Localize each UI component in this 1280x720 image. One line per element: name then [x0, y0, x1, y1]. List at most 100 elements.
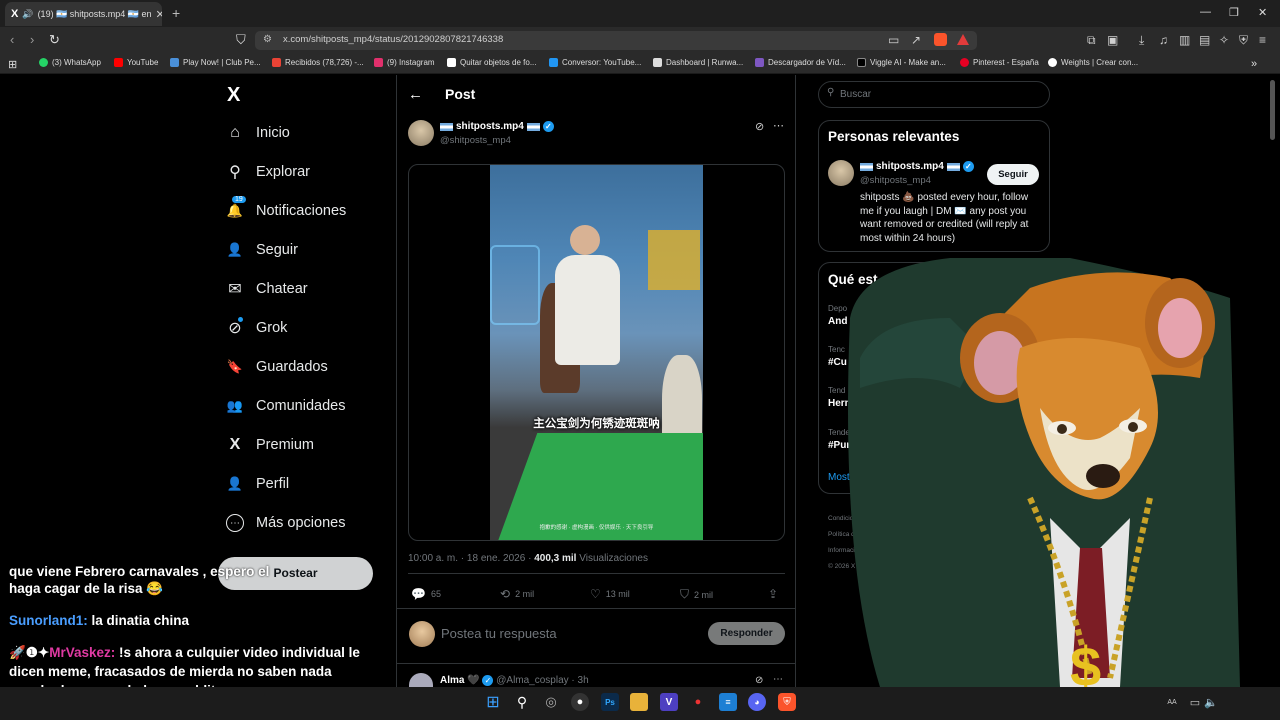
volume-icon[interactable]: 🔈	[1202, 693, 1220, 711]
brave-shield-icon[interactable]	[934, 33, 947, 46]
reply-action[interactable]: 💬 65	[411, 587, 441, 601]
obs-icon[interactable]: ●	[571, 693, 589, 711]
sidebar-item-perfil[interactable]: 👤 Perfil	[226, 475, 289, 493]
follow-button[interactable]: Seguir	[987, 164, 1039, 185]
search-input[interactable]: ⚲ Buscar	[818, 81, 1050, 108]
repost-action[interactable]: ⟲ 2 mil	[500, 587, 534, 601]
brave-browser-icon[interactable]: ⛨	[778, 693, 796, 711]
video-player[interactable]: 主公宝剑为何锈迹斑斑呐 抱歉的感谢 · 虚构漫画 · 仅供娱乐 · 天下良引导	[490, 165, 703, 540]
grok-explain-icon[interactable]: ⊘	[755, 675, 763, 686]
post-meta: 10:00 a. m. · 18 ene. 2026 · 400,3 mil V…	[408, 553, 648, 564]
add-user-icon: 👤	[226, 242, 244, 257]
back-icon[interactable]: ‹	[10, 32, 14, 47]
sidebar-item-notificaciones[interactable]: 🔔 19 Notificaciones	[226, 196, 346, 220]
leo-ai-icon[interactable]: ✧	[1219, 33, 1229, 47]
windows-start-icon[interactable]: ⊞	[484, 693, 502, 711]
bookmark-item[interactable]: Viggle AI - Make an...	[857, 58, 946, 67]
avatar[interactable]	[828, 160, 854, 186]
search-placeholder: Buscar	[840, 89, 872, 100]
close-window-icon[interactable]: ✕	[1258, 6, 1267, 19]
bookmark-item[interactable]: Recibidos (78,726) -...	[272, 58, 364, 67]
reply-more-icon[interactable]: ⋯	[773, 674, 783, 685]
reply-author[interactable]: Alma 🖤 ✓ @Alma_cosplay · 3h	[440, 675, 589, 686]
new-tab-button[interactable]: +	[172, 5, 180, 21]
grok-icon: ⊘	[226, 317, 244, 337]
heart-emoji-icon: 🖤	[467, 675, 480, 687]
post-more-icon[interactable]: ⋯	[773, 119, 784, 132]
address-bar[interactable]: x.com/shitposts_mp4/status/2012902807821…	[255, 31, 977, 50]
sidebar-item-explorar[interactable]: ⚲ Explorar	[226, 163, 310, 181]
bookmark-item[interactable]: Conversor: YouTube...	[549, 58, 641, 67]
discord-icon[interactable]: ◕	[748, 693, 766, 711]
avatar[interactable]	[408, 120, 434, 146]
sidebar-item-comunidades[interactable]: 👥 Comunidades	[226, 397, 346, 415]
whatsapp-icon	[39, 58, 48, 67]
bookmark-item[interactable]: (3) WhatsApp	[39, 58, 101, 67]
sidebar-toggle-icon[interactable]: ▥	[1179, 33, 1190, 47]
keyboard-layout-icon[interactable]: AA	[1163, 693, 1181, 711]
bookmark-item[interactable]: Weights | Crear con...	[1048, 58, 1138, 67]
wallet-icon[interactable]: ▤	[1199, 33, 1210, 47]
video-person-robe	[555, 255, 620, 365]
vegas-icon[interactable]: V	[660, 693, 678, 711]
bookmark-item[interactable]: Quitar objetos de fo...	[447, 58, 537, 67]
sidebar-item-inicio[interactable]: ⌂ Inicio	[226, 124, 290, 142]
tab-close-icon[interactable]: ✕	[156, 8, 162, 21]
notepad-icon[interactable]: ≡	[719, 693, 737, 711]
scrollbar[interactable]	[1270, 80, 1275, 140]
grok-explain-icon[interactable]: ⊘	[755, 120, 764, 133]
person-handle[interactable]: @shitposts_mp4	[860, 175, 931, 186]
person-name-row[interactable]: shitposts.mp4 ✓	[860, 161, 974, 172]
back-arrow-icon[interactable]: ←	[408, 86, 423, 103]
x-home-logo[interactable]: X	[227, 84, 240, 107]
photoshop-icon[interactable]: Ps	[601, 693, 619, 711]
bookmark-item[interactable]: YouTube	[114, 58, 158, 67]
reply-input[interactable]: Postea tu respuesta	[441, 626, 557, 641]
share-action[interactable]: ⇪	[768, 587, 778, 601]
bookmark-item[interactable]: Dashboard | Runwa...	[653, 58, 743, 67]
extensions-icon[interactable]: ⧉	[1087, 33, 1096, 48]
apps-grid-icon[interactable]: ⊞	[8, 58, 17, 71]
maximize-icon[interactable]: ❐	[1229, 6, 1239, 19]
sidebar-item-premium[interactable]: X Premium	[226, 436, 314, 454]
file-explorer-icon[interactable]	[630, 693, 648, 711]
tabs-icon[interactable]: ▣	[1107, 33, 1118, 47]
more-bookmarks-icon[interactable]: »	[1251, 58, 1257, 70]
sidebar-item-seguir[interactable]: 👤 Seguir	[226, 241, 298, 259]
video-person-head	[570, 225, 600, 255]
forward-icon[interactable]: ›	[30, 32, 34, 47]
sidebar-item-chatear[interactable]: ✉ Chatear	[226, 280, 307, 298]
author-name-row[interactable]: shitposts.mp4 ✓	[440, 121, 554, 132]
unread-dot	[238, 317, 243, 322]
record-icon[interactable]: ●	[689, 693, 707, 711]
vpn-icon[interactable]: ⛨	[1239, 33, 1248, 48]
reply-button[interactable]: Responder	[708, 622, 785, 645]
menu-icon[interactable]: ≡	[1259, 33, 1266, 47]
bookmark-item[interactable]: Descargador de Víd...	[755, 58, 846, 67]
taskbar-search-icon[interactable]: ⚲	[513, 693, 531, 711]
like-action[interactable]: ♡ 13 mil	[590, 587, 630, 601]
minimize-icon[interactable]: —	[1200, 6, 1211, 18]
steam-icon[interactable]: ◎	[542, 693, 560, 711]
author-handle[interactable]: @shitposts_mp4	[440, 135, 511, 146]
bookmark-action[interactable]: ⛉ 2 mil	[680, 587, 713, 602]
converter-icon	[549, 58, 558, 67]
sidebar-item-mas-opciones[interactable]: ⋯ Más opciones	[226, 514, 345, 532]
sidebar-item-grok[interactable]: ⊘ Grok	[226, 317, 287, 337]
download-icon[interactable]: ⤓	[1139, 33, 1144, 48]
cast-icon[interactable]: ▭	[888, 33, 899, 47]
bookmark-item[interactable]: Play Now! | Club Pe...	[170, 58, 261, 67]
verified-badge-icon: ✓	[962, 161, 974, 172]
browser-tab[interactable]: X 🔊 (19) 🇦🇷 shitposts.mp4 🇦🇷 en ✕	[5, 2, 162, 26]
media-icon[interactable]: ♫	[1159, 33, 1168, 47]
bookmark-item[interactable]: (9) Instagram	[374, 58, 435, 67]
share-icon[interactable]: ↗	[911, 33, 921, 47]
reload-icon[interactable]: ↻	[49, 32, 60, 48]
pinterest-icon	[960, 58, 969, 67]
site-info-icon[interactable]: ⚙	[263, 34, 272, 45]
post-timestamp[interactable]: 10:00 a. m. · 18 ene. 2026 ·	[408, 553, 534, 564]
bookmark-item[interactable]: Pinterest - España	[960, 58, 1039, 67]
brave-rewards-icon[interactable]	[957, 34, 969, 45]
sidebar-item-guardados[interactable]: 🔖 Guardados	[226, 358, 328, 376]
bookmark-page-icon[interactable]: ⛉	[236, 32, 246, 48]
